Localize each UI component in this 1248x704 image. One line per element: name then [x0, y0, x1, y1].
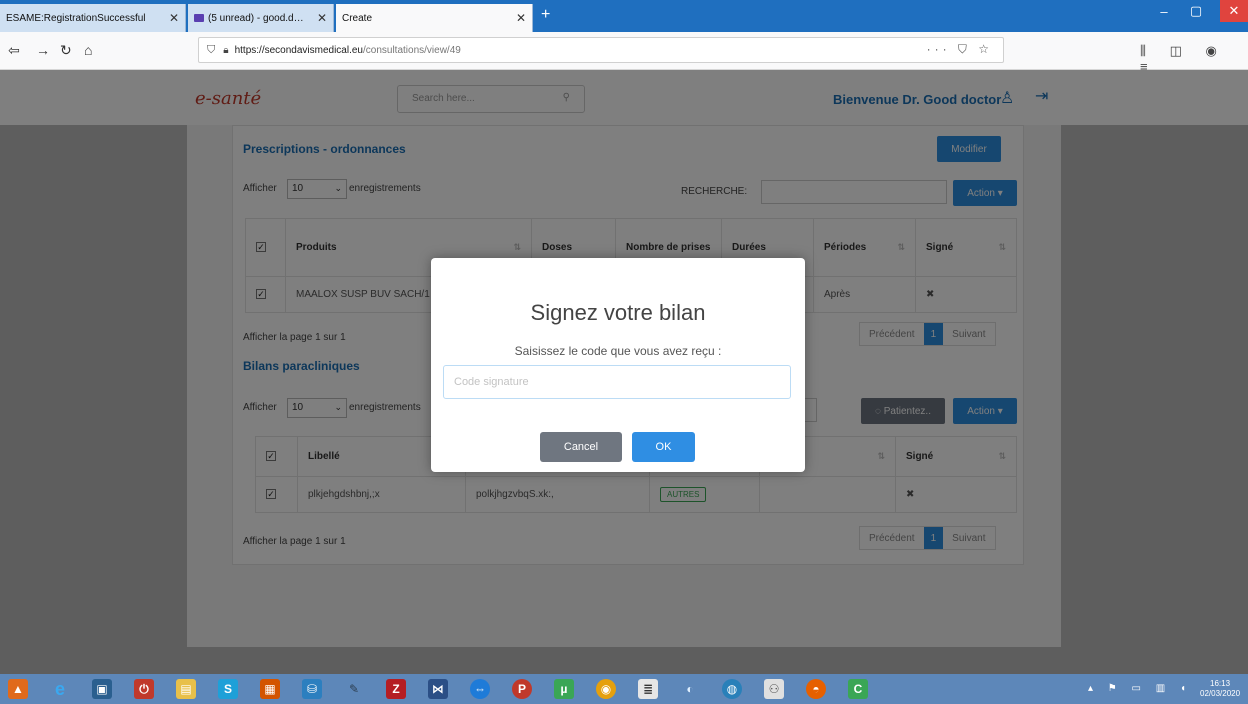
folder-icon[interactable]: ▤	[176, 679, 196, 699]
camtasia-icon[interactable]: C	[848, 679, 868, 699]
filezilla-icon[interactable]: Z	[386, 679, 406, 699]
utorrent-icon[interactable]: µ	[554, 679, 574, 699]
app-icon[interactable]: ▣	[92, 679, 112, 699]
browser-nav-bar: ⇦ → ↻ ⌂ ⛉ 🔒︎ https://secondavismedical.e…	[0, 32, 1248, 74]
cancel-button[interactable]: Cancel	[540, 432, 622, 462]
url-bar[interactable]: ⛉ 🔒︎ https://secondavismedical.eu/consul…	[198, 37, 1004, 63]
dialog-subtitle: Saisissez le code que vous avez reçu :	[514, 344, 722, 358]
power-icon[interactable]: ⏻	[134, 679, 154, 699]
taskbar: ▲ e ▣ ⏻ ▤ S ▦ ⛁ ✎ Z ⋈ ⇔ P µ ◉ ≣ ◐ ◍ ⚇ ◓ …	[0, 674, 1248, 704]
reload-icon[interactable]: ↻	[60, 42, 72, 59]
tab-mail[interactable]: (5 unread) - good.doctor26@y ✕	[188, 4, 334, 32]
ie-icon[interactable]: e	[50, 679, 70, 699]
tab-title: Create	[342, 12, 373, 24]
visual-studio-icon[interactable]: ⋈	[428, 679, 448, 699]
teamviewer-icon[interactable]: ⇔	[470, 679, 490, 699]
signature-code-input[interactable]	[443, 365, 791, 399]
ok-button[interactable]: OK	[632, 432, 695, 462]
users-icon[interactable]: ⚇	[764, 679, 784, 699]
maximize-icon[interactable]: ▢	[1180, 0, 1212, 22]
clock[interactable]: 16:13 02/03/2020	[1200, 679, 1240, 699]
tab-create[interactable]: Create ✕	[336, 4, 533, 32]
tab-title: ESAME:RegistrationSuccessful	[6, 12, 146, 24]
new-tab-button[interactable]: +	[541, 6, 550, 24]
sign-dialog: Signez votre bilan Saisissez le code que…	[431, 258, 805, 472]
system-tray-icons[interactable]: ▴ ⚑ ▭ ▥ ◖	[1088, 683, 1192, 694]
pen-icon[interactable]: ✎	[344, 679, 364, 699]
dialog-title: Signez votre bilan	[530, 300, 706, 325]
skype-icon[interactable]: S	[218, 679, 238, 699]
page-actions-icon[interactable]: ··· ⛉ ☆	[927, 42, 993, 57]
network-icon[interactable]: ⛁	[302, 679, 322, 699]
firefox-icon[interactable]: ◓	[806, 679, 826, 699]
url-host: https://secondavismedical.eu	[234, 44, 363, 56]
browser-icon[interactable]: ◍	[722, 679, 742, 699]
tab-close-icon[interactable]: ✕	[516, 11, 526, 25]
notepad-icon[interactable]: ≣	[638, 679, 658, 699]
eclipse-icon[interactable]: ◐	[680, 679, 700, 699]
forward-icon[interactable]: →	[36, 42, 50, 58]
shield-icon[interactable]: ⛉	[207, 44, 215, 57]
window-close-icon[interactable]: ✕	[1220, 0, 1248, 22]
window-controls: – ▢ ✕	[1148, 0, 1248, 22]
tab-title: (5 unread) - good.doctor26@y	[208, 12, 309, 24]
p-app-icon[interactable]: P	[512, 679, 532, 699]
home-icon[interactable]: ⌂	[84, 42, 92, 58]
browser-tab-bar: ESAME:RegistrationSuccessful ✕ (5 unread…	[0, 0, 1248, 32]
tab-close-icon[interactable]: ✕	[169, 11, 179, 25]
chrome-icon[interactable]: ◉	[596, 679, 616, 699]
vlc-icon[interactable]: ▲	[8, 679, 28, 699]
mail-icon	[194, 14, 204, 22]
url-path: /consultations/view/49	[362, 44, 461, 56]
media-icon[interactable]: ▦	[260, 679, 280, 699]
tab-registration[interactable]: ESAME:RegistrationSuccessful ✕	[0, 4, 186, 32]
back-icon[interactable]: ⇦	[8, 42, 20, 59]
tab-close-icon[interactable]: ✕	[317, 11, 327, 25]
lock-icon[interactable]: 🔒︎	[223, 45, 228, 56]
minimize-icon[interactable]: –	[1148, 0, 1180, 22]
